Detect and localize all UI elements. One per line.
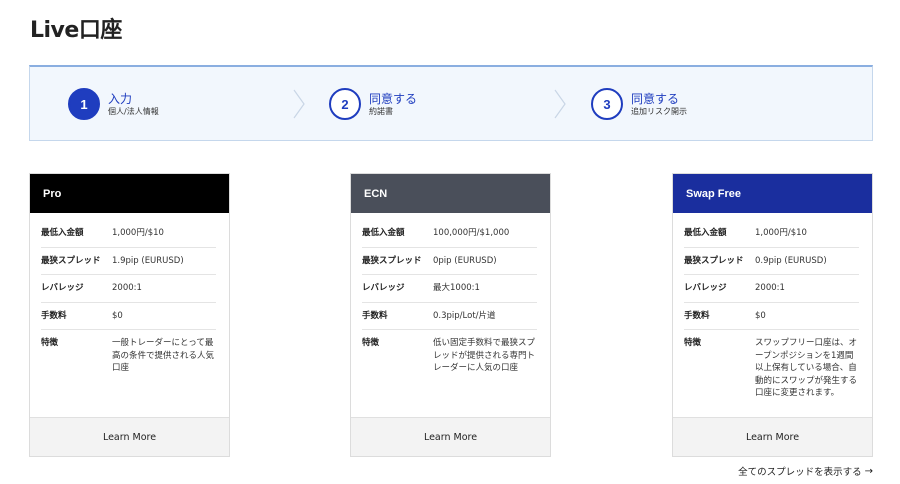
card-title: Pro xyxy=(30,174,229,213)
card-row-commission: 手数料 $0 xyxy=(41,303,216,330)
row-label: レバレッジ xyxy=(41,283,84,293)
card-row-min-deposit: 最低入金額 1,000円/$10 xyxy=(684,220,859,248)
row-label: 特徴 xyxy=(41,338,59,348)
step-number: 3 xyxy=(591,88,623,120)
card-row-features: 特徴 スワップフリー口座は、オープンポジションを1週間以上保有している場合、自動… xyxy=(684,330,859,407)
row-label: 最狭スプレッド xyxy=(362,255,422,266)
card-row-spread: 最狭スプレッド 0pip (EURUSD) xyxy=(362,248,537,275)
account-card-swap-free: Swap Free 最低入金額 1,000円/$10 最狭スプレッド 0.9pi… xyxy=(672,173,873,457)
step-subtitle: 約諾書 xyxy=(369,106,393,116)
step-number: 1 xyxy=(68,88,100,120)
step-number: 2 xyxy=(329,88,361,120)
card-row-leverage: レバレッジ 2000:1 xyxy=(41,275,216,303)
row-value: 1,000円/$10 xyxy=(755,228,807,238)
row-value: 2000:1 xyxy=(112,283,142,293)
row-label: 最低入金額 xyxy=(41,228,84,238)
card-row-features: 特徴 一般トレーダーにとって最高の条件で提供される人気口座 xyxy=(41,330,216,382)
step-subtitle: 追加リスク開示 xyxy=(631,106,687,116)
card-row-commission: 手数料 $0 xyxy=(684,303,859,330)
row-value: 最大1000:1 xyxy=(433,283,480,293)
chevron-right-icon xyxy=(554,89,566,119)
card-row-leverage: レバレッジ 最大1000:1 xyxy=(362,275,537,303)
card-row-features: 特徴 低い固定手数料で最狭スプレッドが提供される専門トレーダーに人気の口座 xyxy=(362,330,537,382)
row-value: 2000:1 xyxy=(755,283,785,293)
progress-stepper: 1 入力 個人/法人情報 2 同意する 約諾書 3 同意する 追加リスク開示 xyxy=(29,65,873,141)
row-label: 特徴 xyxy=(684,338,702,348)
row-label: 手数料 xyxy=(41,310,67,321)
card-row-leverage: レバレッジ 2000:1 xyxy=(684,275,859,303)
row-value: 0.3pip/Lot/片道 xyxy=(433,310,496,321)
row-value: 1,000円/$10 xyxy=(112,228,164,238)
row-label: 最低入金額 xyxy=(362,228,405,238)
step-title: 同意する xyxy=(631,91,680,106)
card-row-commission: 手数料 0.3pip/Lot/片道 xyxy=(362,303,537,330)
row-label: 手数料 xyxy=(684,310,710,321)
learn-more-button[interactable]: Learn More xyxy=(351,417,550,456)
row-value: $0 xyxy=(112,310,123,321)
row-label: 手数料 xyxy=(362,310,388,321)
card-row-spread: 最狭スプレッド 0.9pip (EURUSD) xyxy=(684,248,859,275)
step-agree-terms[interactable]: 2 同意する 約諾書 xyxy=(329,87,417,121)
row-value: 低い固定手数料で最狭スプレッドが提供される専門トレーダーに人気の口座 xyxy=(433,338,536,373)
chevron-right-icon xyxy=(293,89,305,119)
step-title: 入力 xyxy=(108,91,133,106)
row-value: 100,000円/$1,000 xyxy=(433,228,510,238)
step-subtitle: 個人/法人情報 xyxy=(108,106,159,116)
row-label: レバレッジ xyxy=(362,283,405,293)
card-title: Swap Free xyxy=(673,174,872,213)
row-label: 最狭スプレッド xyxy=(684,255,744,266)
card-row-min-deposit: 最低入金額 1,000円/$10 xyxy=(41,220,216,248)
row-value: 1.9pip (EURUSD) xyxy=(112,255,184,266)
row-value: スワップフリー口座は、オープンポジションを1週間以上保有している場合、自動的にス… xyxy=(755,338,858,398)
view-all-spreads-label: 全てのスプレッドを表示する xyxy=(738,467,862,478)
step-title: 同意する xyxy=(369,91,418,106)
row-value: $0 xyxy=(755,310,766,321)
card-row-min-deposit: 最低入金額 100,000円/$1,000 xyxy=(362,220,537,248)
row-value: 一般トレーダーにとって最高の条件で提供される人気口座 xyxy=(112,338,215,373)
row-value: 0.9pip (EURUSD) xyxy=(755,255,827,266)
account-card-pro: Pro 最低入金額 1,000円/$10 最狭スプレッド 1.9pip (EUR… xyxy=(29,173,230,457)
row-label: レバレッジ xyxy=(684,283,727,293)
step-input[interactable]: 1 入力 個人/法人情報 xyxy=(68,87,159,121)
card-row-spread: 最狭スプレッド 1.9pip (EURUSD) xyxy=(41,248,216,275)
page-title: Live口座 xyxy=(30,18,122,43)
learn-more-button[interactable]: Learn More xyxy=(673,417,872,456)
row-label: 特徴 xyxy=(362,338,380,348)
row-label: 最狭スプレッド xyxy=(41,255,101,266)
step-agree-risk[interactable]: 3 同意する 追加リスク開示 xyxy=(591,87,687,121)
account-card-ecn: ECN 最低入金額 100,000円/$1,000 最狭スプレッド 0pip (… xyxy=(350,173,551,457)
row-value: 0pip (EURUSD) xyxy=(433,255,497,266)
learn-more-button[interactable]: Learn More xyxy=(30,417,229,456)
row-label: 最低入金額 xyxy=(684,228,727,238)
card-title: ECN xyxy=(351,174,550,213)
view-all-spreads-link[interactable]: 全てのスプレッドを表示する → xyxy=(738,464,873,479)
arrow-right-icon: → xyxy=(864,465,873,477)
